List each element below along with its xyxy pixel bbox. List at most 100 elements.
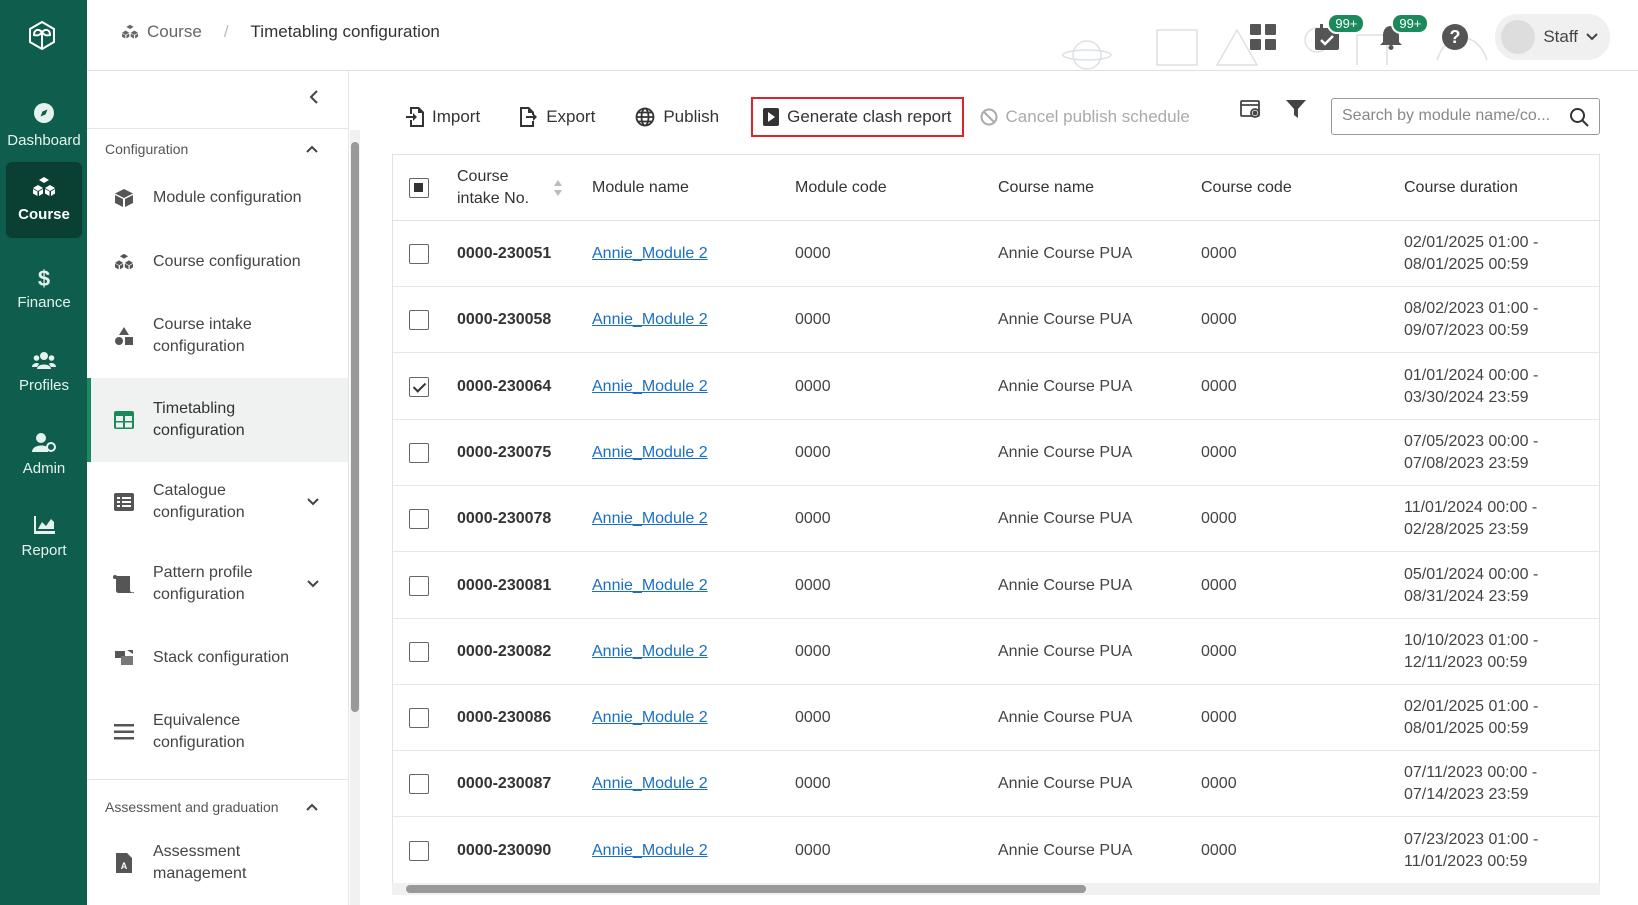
breadcrumb-separator: / xyxy=(223,22,229,41)
intake-number: 0000-230075 xyxy=(457,443,552,461)
import-button[interactable]: Import xyxy=(398,101,488,133)
row-checkbox[interactable] xyxy=(409,818,429,883)
nav-item-catalogue-configuration[interactable]: Catalogue configuration xyxy=(87,462,348,542)
rail-item-dashboard[interactable]: Dashboard xyxy=(6,90,82,166)
column-header-module-code[interactable]: Module code xyxy=(795,155,887,221)
row-checkbox[interactable] xyxy=(409,486,429,552)
module-code: 0000 xyxy=(795,443,831,461)
duration-end: 12/11/2023 00:59 xyxy=(1404,653,1528,671)
nav-item-assessment-management[interactable]: A Assessment management xyxy=(87,821,348,905)
help-button[interactable]: ? xyxy=(1433,15,1477,59)
help-icon: ? xyxy=(1442,24,1469,50)
column-settings-icon[interactable] xyxy=(1240,99,1262,119)
module-name-link[interactable]: Annie_Module 2 xyxy=(592,751,708,817)
rail-item-profiles[interactable]: Profiles xyxy=(6,335,82,411)
rail-item-admin[interactable]: Admin xyxy=(6,418,82,494)
generate-clash-report-button[interactable]: Generate clash report xyxy=(751,97,964,137)
search-input[interactable]: Search by module name/co... xyxy=(1331,98,1600,135)
scrollbar-thumb[interactable] xyxy=(406,885,1086,893)
duration-end: 07/14/2023 23:59 xyxy=(1404,786,1529,804)
tasks-button[interactable]: 99+ xyxy=(1305,13,1366,59)
course-name: Annie Course PUA xyxy=(998,377,1133,395)
row-checkbox[interactable] xyxy=(409,287,429,353)
select-all-checkbox[interactable] xyxy=(409,155,429,221)
column-header-course-duration[interactable]: Course duration xyxy=(1404,155,1518,221)
column-header-intake[interactable]: Course intake No. xyxy=(457,155,567,221)
rail-item-label: Admin xyxy=(22,460,66,477)
course-name: Annie Course PUA xyxy=(998,709,1133,727)
row-checkbox[interactable] xyxy=(409,354,429,420)
chevron-down-icon xyxy=(1586,33,1598,41)
course-code: 0000 xyxy=(1201,311,1237,329)
column-header-course-code[interactable]: Course code xyxy=(1201,155,1292,221)
duration-end: 02/28/2025 23:59 xyxy=(1404,521,1529,539)
row-checkbox[interactable] xyxy=(409,553,429,619)
course-duration: 05/01/2024 00:00 - 08/31/2024 23:59 xyxy=(1404,553,1538,619)
module-name-link[interactable]: Annie_Module 2 xyxy=(592,420,708,486)
sidenav-scrollbar[interactable] xyxy=(350,130,360,905)
row-checkbox[interactable] xyxy=(409,221,429,287)
duration-end: 08/31/2024 23:59 xyxy=(1404,587,1529,605)
rail-item-report[interactable]: Report xyxy=(6,500,82,576)
nav-item-timetabling-configuration[interactable]: Timetabling configuration xyxy=(87,378,348,462)
nav-item-pattern-profile-configuration[interactable]: Pattern profile configuration xyxy=(87,542,348,626)
row-checkbox[interactable] xyxy=(409,619,429,685)
module-name-link[interactable]: Annie_Module 2 xyxy=(592,553,708,619)
rail-item-finance[interactable]: $ Finance xyxy=(6,252,82,328)
export-button[interactable]: Export xyxy=(512,101,603,133)
course-duration: 11/01/2024 00:00 - 02/28/2025 23:59 xyxy=(1404,486,1537,552)
rail-item-course[interactable]: Course xyxy=(6,162,82,238)
sort-icon[interactable] xyxy=(553,179,563,197)
row-checkbox[interactable] xyxy=(409,751,429,817)
table-row[interactable]: 0000-230075 Annie_Module 2 0000 Annie Cours… xyxy=(393,420,1599,486)
section-assessment-and-graduation[interactable]: Assessment and graduation xyxy=(105,799,318,815)
module-code: 0000 xyxy=(795,510,831,528)
search-placeholder: Search by module name/co... xyxy=(1342,107,1551,124)
nav-item-course-configuration[interactable]: Course configuration xyxy=(87,230,348,294)
collapse-sidebar-icon[interactable] xyxy=(302,85,326,109)
intake-number: 0000-230058 xyxy=(457,311,552,329)
cancel-publish-schedule-button[interactable]: Cancel publish schedule xyxy=(972,101,1198,133)
app-logo-icon[interactable] xyxy=(26,18,58,52)
search-icon[interactable] xyxy=(1569,107,1589,127)
table-horizontal-scrollbar[interactable] xyxy=(392,883,1600,895)
nav-item-course-intake-configuration[interactable]: Course intake configuration xyxy=(87,294,348,378)
module-name-link[interactable]: Annie_Module 2 xyxy=(592,486,708,552)
module-name-link[interactable]: Annie_Module 2 xyxy=(592,619,708,685)
apps-grid-button[interactable] xyxy=(1241,15,1285,59)
module-name-link[interactable]: Annie_Module 2 xyxy=(592,685,708,751)
table-row[interactable]: 0000-230081 Annie_Module 2 0000 Annie Cours… xyxy=(393,553,1599,619)
duration-start: 02/01/2025 01:00 - xyxy=(1404,234,1539,251)
module-name-link[interactable]: Annie_Module 2 xyxy=(592,818,708,883)
table-row[interactable]: 0000-230058 Annie_Module 2 0000 Annie Cours… xyxy=(393,287,1599,354)
table-row[interactable]: 0000-230078 Annie_Module 2 0000 Annie Cours… xyxy=(393,486,1599,553)
course-name: Annie Course PUA xyxy=(998,245,1133,262)
scrollbar-thumb[interactable] xyxy=(351,142,359,712)
table-row[interactable]: 0000-230086 Annie_Module 2 0000 Annie Cours… xyxy=(393,685,1599,752)
module-name-link[interactable]: Annie_Module 2 xyxy=(592,221,708,287)
module-name-link[interactable]: Annie_Module 2 xyxy=(592,287,708,353)
publish-button[interactable]: Publish xyxy=(627,101,727,133)
user-menu[interactable]: Staff xyxy=(1495,14,1610,60)
column-header-course-name[interactable]: Course name xyxy=(998,155,1094,221)
breadcrumb-root[interactable]: Course xyxy=(121,22,202,42)
divider xyxy=(87,128,348,129)
course-code: 0000 xyxy=(1201,841,1237,859)
table-row[interactable]: 0000-230051 Annie_Module 2 0000 Annie Cours… xyxy=(393,221,1599,287)
user-label: Staff xyxy=(1543,27,1578,46)
row-checkbox[interactable] xyxy=(409,685,429,751)
section-configuration[interactable]: Configuration xyxy=(105,141,318,157)
table-row[interactable]: 0000-230090 Annie_Module 2 0000 Annie Cours… xyxy=(393,818,1599,883)
nav-item-module-configuration[interactable]: Module configuration xyxy=(87,166,348,230)
nav-item-equivalence-configuration[interactable]: Equivalence configuration xyxy=(87,690,348,774)
module-name-link[interactable]: Annie_Module 2 xyxy=(592,354,708,420)
intake-number: 0000-230051 xyxy=(457,245,552,262)
nav-item-stack-configuration[interactable]: Stack configuration xyxy=(87,626,348,690)
table-row[interactable]: 0000-230064 Annie_Module 2 0000 Annie Cours… xyxy=(393,354,1599,420)
notifications-button[interactable]: 99+ xyxy=(1369,13,1430,59)
table-row[interactable]: 0000-230087 Annie_Module 2 0000 Annie Cours… xyxy=(393,751,1599,818)
row-checkbox[interactable] xyxy=(409,420,429,486)
filter-icon[interactable] xyxy=(1286,99,1306,119)
column-header-module-name[interactable]: Module name xyxy=(592,155,689,221)
table-row[interactable]: 0000-230082 Annie_Module 2 0000 Annie Cours… xyxy=(393,619,1599,685)
